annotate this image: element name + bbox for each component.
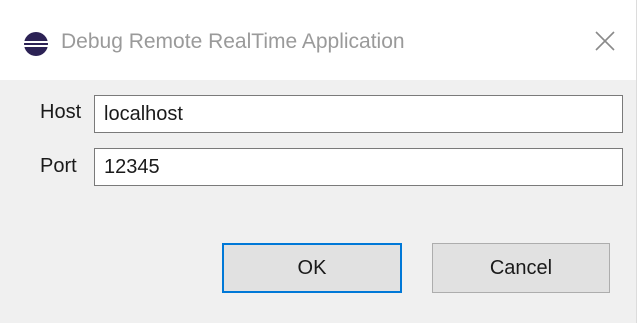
eclipse-icon xyxy=(23,31,49,57)
title-bar: Debug Remote RealTime Application xyxy=(0,0,636,80)
ok-button-label: OK xyxy=(297,256,327,279)
debug-remote-dialog: Debug Remote RealTime Application Host P… xyxy=(0,0,637,323)
ok-button[interactable]: OK xyxy=(222,243,402,293)
cancel-button-label: Cancel xyxy=(489,256,553,279)
window-title: Debug Remote RealTime Application xyxy=(61,30,405,53)
cancel-button[interactable]: Cancel xyxy=(432,243,610,293)
host-label: Host xyxy=(40,101,82,123)
close-icon xyxy=(594,30,616,57)
close-button[interactable] xyxy=(588,26,622,60)
port-input[interactable] xyxy=(94,148,623,186)
host-input[interactable] xyxy=(94,95,623,133)
port-label: Port xyxy=(40,155,77,177)
